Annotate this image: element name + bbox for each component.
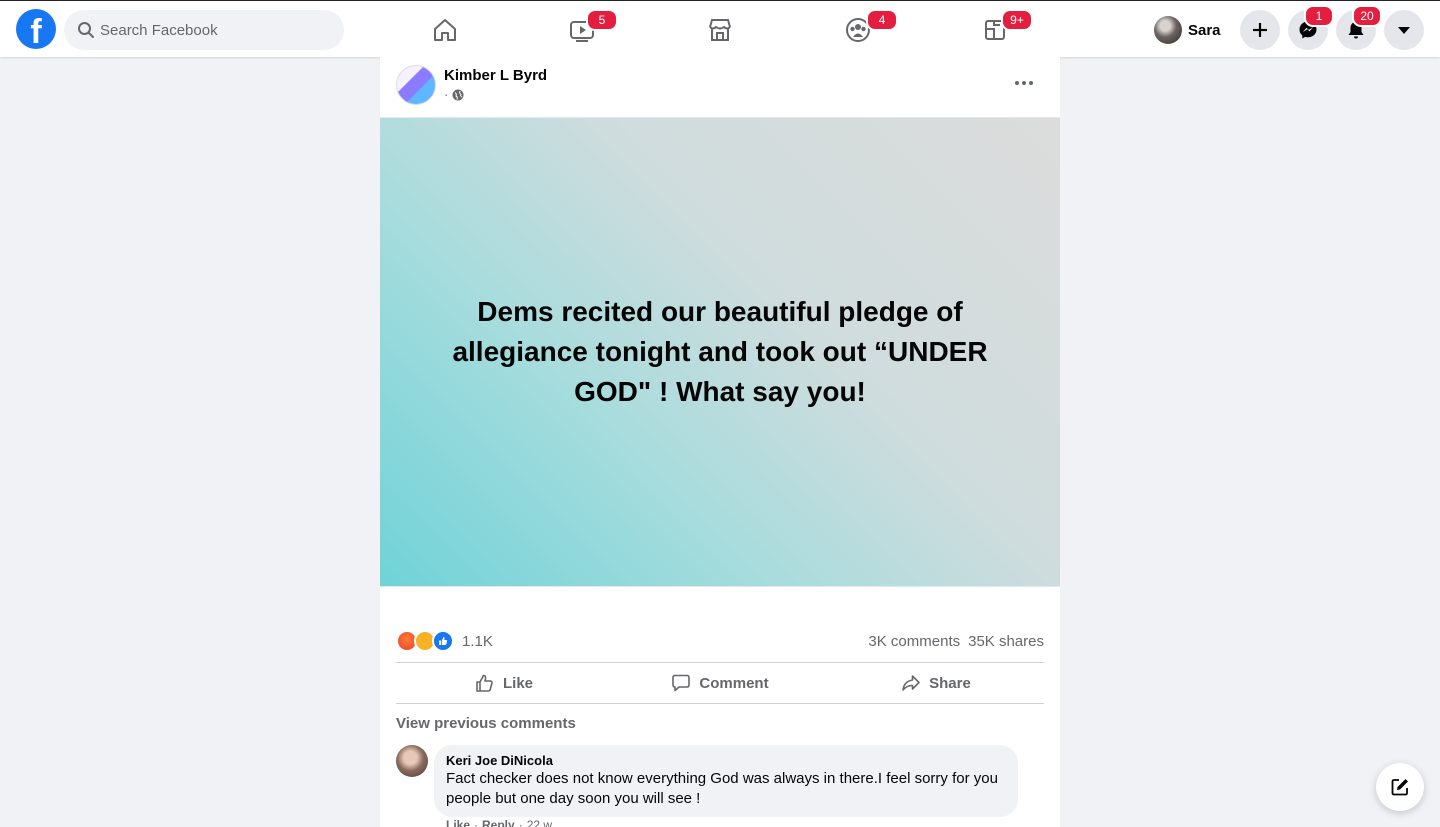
share-button[interactable]: Share bbox=[828, 663, 1044, 703]
comment-label: Comment bbox=[699, 674, 769, 692]
comment-button[interactable]: Comment bbox=[612, 663, 828, 703]
nav-tab-gaming[interactable]: 9+ bbox=[939, 7, 1051, 53]
caret-down-icon bbox=[1398, 27, 1410, 34]
footer-separator: · bbox=[474, 818, 479, 827]
new-message-button[interactable] bbox=[1376, 763, 1424, 811]
share-label: Share bbox=[929, 674, 971, 692]
share-icon bbox=[902, 675, 920, 691]
search-input[interactable] bbox=[100, 10, 330, 50]
comment-like-link[interactable]: Like bbox=[446, 818, 470, 827]
reaction-count[interactable]: 1.1K bbox=[462, 633, 493, 650]
notifications-button[interactable]: 20 bbox=[1336, 5, 1382, 50]
messenger-button[interactable]: 1 bbox=[1288, 5, 1334, 50]
avatar bbox=[1154, 16, 1182, 44]
nav-tab-marketplace[interactable] bbox=[664, 7, 776, 53]
comment-reply-link[interactable]: Reply bbox=[482, 818, 515, 827]
like-button[interactable]: Like bbox=[396, 663, 612, 703]
shares-count[interactable]: 35K shares bbox=[968, 633, 1044, 650]
nav-tab-home[interactable] bbox=[389, 7, 501, 53]
profile-shortcut[interactable]: Sara bbox=[1150, 13, 1221, 47]
comment-text: Fact checker does not know everything Go… bbox=[446, 770, 998, 807]
engagement-counts: 3K comments 35K shares bbox=[868, 633, 1044, 650]
meta-separator: · bbox=[444, 87, 449, 102]
gaming-badge: 9+ bbox=[1001, 9, 1033, 31]
thumbs-up-icon bbox=[476, 674, 493, 692]
globe-icon[interactable] bbox=[452, 89, 464, 101]
facebook-logo[interactable]: f bbox=[16, 9, 56, 49]
messenger-badge: 1 bbox=[1304, 5, 1334, 27]
create-button[interactable] bbox=[1240, 10, 1280, 50]
account-menu-button[interactable] bbox=[1384, 10, 1424, 50]
more-options-button[interactable] bbox=[1008, 69, 1040, 97]
post-text: Dems recited our beautiful pledge of all… bbox=[452, 296, 988, 407]
comment-timestamp[interactable]: 22 w bbox=[527, 818, 552, 827]
post-actions: Like Comment Share bbox=[396, 662, 1044, 704]
watch-badge: 5 bbox=[586, 9, 618, 31]
post-card: Kimber L Byrd · Dems recited our beautif… bbox=[380, 57, 1060, 827]
search-icon bbox=[78, 22, 94, 38]
compose-icon bbox=[1391, 779, 1408, 796]
view-previous-comments-link[interactable]: View previous comments bbox=[396, 715, 576, 732]
reactions-summary[interactable]: 1.1K bbox=[396, 630, 493, 652]
comment-footer: Like · Reply · 22 w bbox=[446, 818, 552, 827]
comment-icon bbox=[672, 674, 691, 692]
groups-badge: 4 bbox=[866, 9, 898, 31]
author-name[interactable]: Kimber L Byrd bbox=[444, 67, 547, 84]
post-text-background[interactable]: Dems recited our beautiful pledge of all… bbox=[380, 117, 1060, 587]
like-label: Like bbox=[502, 674, 533, 692]
notifications-badge: 20 bbox=[1352, 5, 1382, 27]
profile-name: Sara bbox=[1188, 21, 1221, 39]
comment-bubble: Keri Joe DiNicola Fact checker does not … bbox=[434, 745, 1018, 817]
commenter-avatar[interactable] bbox=[396, 745, 428, 777]
post-stats: 1.1K 3K comments 35K shares bbox=[396, 629, 1044, 653]
top-navigation-bar: f 5 4 9+ Sara 1 20 bbox=[0, 0, 1440, 57]
comments-count[interactable]: 3K comments bbox=[868, 633, 960, 650]
plus-icon bbox=[1253, 23, 1267, 37]
home-icon bbox=[434, 19, 456, 41]
comment-author[interactable]: Keri Joe DiNicola bbox=[446, 753, 1006, 769]
post-header: Kimber L Byrd · bbox=[380, 57, 1060, 117]
like-reaction-icon bbox=[432, 630, 454, 652]
nav-tab-groups[interactable]: 4 bbox=[802, 7, 914, 53]
post-meta: · bbox=[444, 87, 464, 102]
nav-tab-watch[interactable]: 5 bbox=[526, 7, 638, 53]
more-horizontal-icon bbox=[1015, 81, 1033, 85]
marketplace-icon bbox=[709, 19, 731, 41]
author-avatar[interactable] bbox=[396, 65, 436, 105]
footer-separator: · bbox=[518, 818, 523, 827]
search-box[interactable] bbox=[64, 10, 344, 50]
